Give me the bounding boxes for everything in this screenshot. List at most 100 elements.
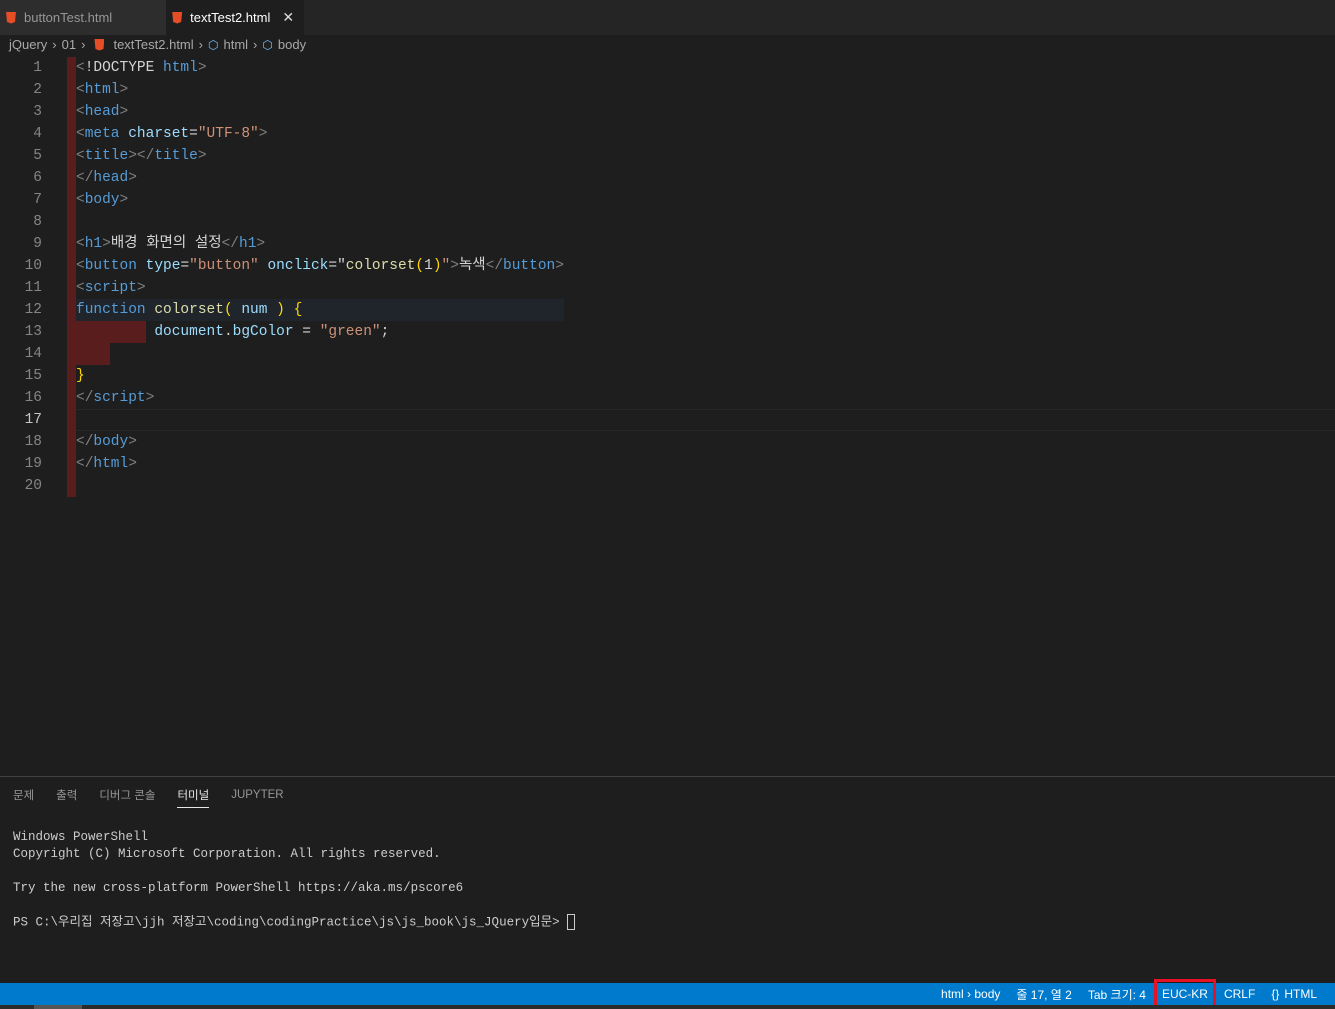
code-token: ) bbox=[433, 258, 442, 274]
code-token: < bbox=[76, 104, 85, 120]
status-breadcrumb[interactable]: html › body bbox=[933, 983, 1008, 1005]
code-token: button bbox=[85, 258, 146, 274]
code-token: > bbox=[128, 434, 137, 450]
code-token: > bbox=[137, 280, 146, 296]
code-token: num bbox=[241, 302, 276, 318]
code-token: > bbox=[256, 236, 265, 252]
chevron-right-icon: › bbox=[253, 37, 257, 52]
line-number: 10 bbox=[0, 255, 42, 277]
code-editor[interactable]: 1234567891011121314151617181920 <!DOCTYP… bbox=[0, 57, 1335, 517]
code-token: ></ bbox=[128, 148, 154, 164]
terminal-line: Try the new cross-platform PowerShell ht… bbox=[13, 880, 575, 897]
code-token: < bbox=[76, 60, 85, 76]
code-line: <title></title> bbox=[76, 145, 564, 167]
terminal-line: Copyright (C) Microsoft Corporation. All… bbox=[13, 846, 575, 863]
code-token: < bbox=[76, 258, 85, 274]
line-number: 2 bbox=[0, 79, 42, 101]
line-number: 1 bbox=[0, 57, 42, 79]
code-line: </head> bbox=[76, 167, 564, 189]
code-token: meta bbox=[85, 126, 129, 142]
close-icon[interactable]: ✕ bbox=[282, 9, 294, 26]
code-token: document bbox=[154, 324, 224, 340]
code-line: } bbox=[76, 365, 564, 387]
status-cursor-position[interactable]: 줄 17, 열 2 bbox=[1008, 983, 1079, 1005]
code-token: = bbox=[180, 258, 189, 274]
indent-error-highlight bbox=[67, 57, 76, 497]
code-token: type bbox=[146, 258, 181, 274]
code-token: "UTF-8" bbox=[198, 126, 259, 142]
code-line bbox=[76, 343, 564, 365]
code-token: colorset bbox=[346, 258, 416, 274]
code-line bbox=[76, 211, 564, 233]
terminal-output[interactable]: Windows PowerShellCopyright (C) Microsof… bbox=[13, 829, 575, 931]
code-token: html bbox=[93, 456, 128, 472]
line-number: 13 bbox=[0, 321, 42, 343]
code-token: > bbox=[102, 236, 111, 252]
code-line: <body> bbox=[76, 189, 564, 211]
crumb-body[interactable]: body bbox=[278, 37, 306, 52]
code-token: = bbox=[189, 126, 198, 142]
code-token: body bbox=[93, 434, 128, 450]
code-line: <meta charset="UTF-8"> bbox=[76, 123, 564, 145]
code-token: > bbox=[120, 82, 129, 98]
panel-tab[interactable]: 디버그 콘솔 bbox=[99, 783, 155, 807]
code-token: < bbox=[76, 236, 85, 252]
line-number: 3 bbox=[0, 101, 42, 123]
code-token: h1 bbox=[239, 236, 256, 252]
code-token: head bbox=[93, 170, 128, 186]
cube-icon: ⬡ bbox=[208, 38, 218, 52]
panel-tab[interactable]: 터미널 bbox=[177, 783, 209, 808]
code-token: html bbox=[85, 82, 120, 98]
crumb-jquery[interactable]: jQuery bbox=[9, 37, 47, 52]
code-token: > bbox=[128, 456, 137, 472]
scrollbar[interactable] bbox=[0, 1005, 1335, 1009]
code-line: <html> bbox=[76, 79, 564, 101]
panel-tab[interactable]: 문제 bbox=[13, 783, 34, 807]
line-number: 16 bbox=[0, 387, 42, 409]
tab-textTest2[interactable]: textTest2.html✕ bbox=[166, 0, 304, 35]
status-tab-size[interactable]: Tab 크기: 4 bbox=[1080, 983, 1154, 1005]
tab-buttonTest[interactable]: buttonTest.html bbox=[0, 0, 166, 35]
line-number: 12 bbox=[0, 299, 42, 321]
line-number: 15 bbox=[0, 365, 42, 387]
code-token: </ bbox=[76, 170, 93, 186]
code-token: ; bbox=[381, 324, 390, 340]
code-token: > bbox=[120, 192, 129, 208]
code-line bbox=[76, 475, 564, 497]
code-line: </html> bbox=[76, 453, 564, 475]
crumb-file[interactable]: textTest2.html bbox=[113, 37, 193, 52]
code-token: < bbox=[76, 82, 85, 98]
code-line: </body> bbox=[76, 431, 564, 453]
cube-icon: ⬡ bbox=[262, 38, 272, 52]
code-token: script bbox=[85, 280, 137, 296]
code-token: < bbox=[76, 280, 85, 296]
code-token: 배경 화면의 설정 bbox=[111, 236, 222, 252]
code-token: </ bbox=[486, 258, 503, 274]
chevron-right-icon: › bbox=[81, 37, 85, 52]
panel-tab[interactable]: 출력 bbox=[56, 783, 77, 807]
crumb-01[interactable]: 01 bbox=[62, 37, 76, 52]
bottom-panel: 문제 출력 디버그 콘솔 터미널 JUPYTER Windows PowerShellC… bbox=[0, 776, 1335, 983]
code-token: > bbox=[128, 170, 137, 186]
code-token: > bbox=[259, 126, 268, 142]
code-token: function bbox=[76, 302, 154, 318]
html5-icon bbox=[6, 12, 16, 24]
code-token: charset bbox=[128, 126, 189, 142]
status-eol[interactable]: CRLF bbox=[1216, 983, 1263, 1005]
code-token: </ bbox=[76, 390, 93, 406]
chevron-right-icon: › bbox=[52, 37, 56, 52]
line-number: 18 bbox=[0, 431, 42, 453]
status-language[interactable]: {}HTML bbox=[1263, 983, 1325, 1005]
line-number: 4 bbox=[0, 123, 42, 145]
code-token: title bbox=[154, 148, 198, 164]
code-token: title bbox=[85, 148, 129, 164]
code-token: "green" bbox=[320, 324, 381, 340]
code-token: < bbox=[76, 148, 85, 164]
code-token: h1 bbox=[85, 236, 102, 252]
code-token: ( bbox=[415, 258, 424, 274]
code-content[interactable]: <!DOCTYPE html><html><head><meta charset… bbox=[76, 57, 564, 497]
code-line: <head> bbox=[76, 101, 564, 123]
panel-tab[interactable]: JUPYTER bbox=[231, 785, 283, 805]
code-token: </ bbox=[222, 236, 239, 252]
crumb-html[interactable]: html bbox=[223, 37, 248, 52]
